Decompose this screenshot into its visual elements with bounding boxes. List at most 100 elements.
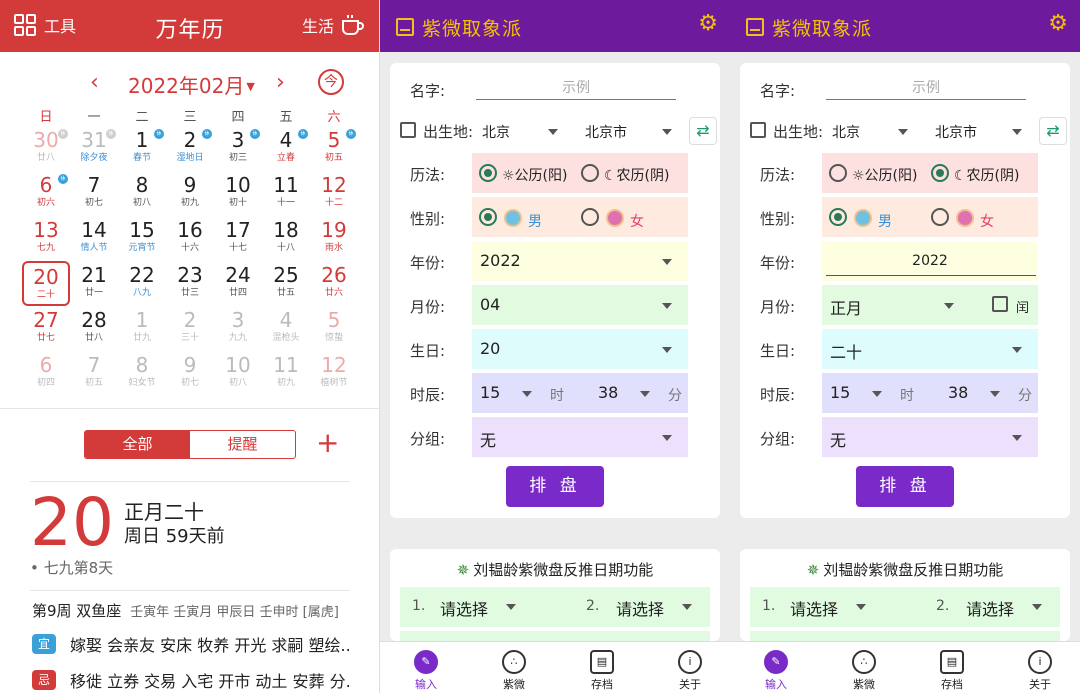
- calendar-day[interactable]: 12 植树节: [310, 351, 358, 396]
- calendar-day[interactable]: 27 廿七: [22, 306, 70, 351]
- submit-button[interactable]: 排 盘: [856, 466, 954, 507]
- nav-input[interactable]: ✎ 输入: [746, 650, 806, 692]
- province-dropdown-icon[interactable]: [548, 129, 558, 135]
- swap-icon[interactable]: ⇄: [1039, 117, 1067, 145]
- calendar-day[interactable]: 16 十六: [166, 216, 214, 261]
- city-select[interactable]: 北京市: [585, 122, 627, 142]
- calendar-day[interactable]: 3 初三休: [214, 126, 262, 171]
- hour-field[interactable]: 15 时 38 分: [822, 373, 1038, 413]
- calendar-day[interactable]: 10 初八: [214, 351, 262, 396]
- birthplace-checkbox[interactable]: [750, 122, 766, 138]
- minute-dropdown-icon[interactable]: [640, 391, 650, 397]
- calendar-day[interactable]: 6 初六休: [22, 171, 70, 216]
- life-button[interactable]: 生活: [302, 13, 366, 37]
- group-field[interactable]: 无: [472, 417, 688, 457]
- picker-select[interactable]: 请选择: [616, 596, 664, 620]
- submit-button[interactable]: 排 盘: [506, 466, 604, 507]
- name-input[interactable]: 示例: [826, 76, 1026, 100]
- today-button[interactable]: 今: [318, 69, 344, 95]
- calendar-day[interactable]: 31 除夕夜休: [70, 126, 118, 171]
- calendar-day[interactable]: 8 妇女节: [118, 351, 166, 396]
- calendar-day[interactable]: 12 十二: [310, 171, 358, 216]
- month-selector[interactable]: 2022年02月 ▼: [128, 70, 255, 99]
- nav-about[interactable]: i 关于: [660, 650, 720, 692]
- nav-ziwei[interactable]: ∴ 紫微: [484, 650, 544, 692]
- picker-dropdown-icon[interactable]: [506, 604, 516, 610]
- segment-all[interactable]: 全部: [85, 431, 190, 458]
- city-dropdown-icon[interactable]: [1012, 129, 1022, 135]
- calendar-day[interactable]: 11 十一: [262, 171, 310, 216]
- nav-archive[interactable]: ▤ 存档: [572, 650, 632, 692]
- year-field[interactable]: 2022: [472, 241, 688, 281]
- hour-field[interactable]: 15 时 38 分: [472, 373, 688, 413]
- nav-about[interactable]: i 关于: [1010, 650, 1070, 692]
- calendar-day[interactable]: 1 春节休: [118, 126, 166, 171]
- province-select[interactable]: 北京: [482, 122, 510, 142]
- month-field[interactable]: 正月 闰: [822, 285, 1038, 325]
- calendar-day[interactable]: 5 初五休: [310, 126, 358, 171]
- nav-archive[interactable]: ▤ 存档: [922, 650, 982, 692]
- hour-dropdown-icon[interactable]: [522, 391, 532, 397]
- male-radio[interactable]: [829, 208, 847, 226]
- calendar-day-selected[interactable]: 20 二十: [22, 261, 70, 306]
- group-field[interactable]: 无: [822, 417, 1038, 457]
- yi-row[interactable]: 宜 嫁娶 会亲友 安床 牧养 开光 求嗣 塑绘...: [32, 632, 352, 656]
- calendar-day[interactable]: 3 九九: [214, 306, 262, 351]
- female-radio[interactable]: [931, 208, 949, 226]
- calendar-day[interactable]: 2 湿地日休: [166, 126, 214, 171]
- calendar-day[interactable]: 9 初七: [166, 351, 214, 396]
- lunar-radio[interactable]: [581, 164, 599, 182]
- calendar-day[interactable]: 26 廿六: [310, 261, 358, 306]
- ji-row[interactable]: 忌 移徙 立券 交易 入宅 开市 动土 安葬 分...: [32, 668, 352, 692]
- leap-checkbox[interactable]: [992, 296, 1008, 312]
- picker-select[interactable]: 请选择: [966, 596, 1014, 620]
- calendar-day[interactable]: 1 廿九: [118, 306, 166, 351]
- province-select[interactable]: 北京: [832, 122, 860, 142]
- segment-remind[interactable]: 提醒: [190, 431, 295, 458]
- day-dropdown-icon[interactable]: [662, 347, 672, 353]
- nav-input[interactable]: ✎ 输入: [396, 650, 456, 692]
- calendar-day[interactable]: 9 初九: [166, 171, 214, 216]
- day-field[interactable]: 20: [472, 329, 688, 369]
- name-input[interactable]: 示例: [476, 76, 676, 100]
- lunar-radio[interactable]: [931, 164, 949, 182]
- province-dropdown-icon[interactable]: [898, 129, 908, 135]
- calendar-day[interactable]: 10 初十: [214, 171, 262, 216]
- calendar-day[interactable]: 5 惊蛰: [310, 306, 358, 351]
- gear-icon[interactable]: ⚙: [698, 11, 718, 36]
- calendar-day[interactable]: 8 初八: [118, 171, 166, 216]
- calendar-day[interactable]: 18 十八: [262, 216, 310, 261]
- calendar-day[interactable]: 4 混枪头: [262, 306, 310, 351]
- male-radio[interactable]: [479, 208, 497, 226]
- calendar-day[interactable]: 7 初七: [70, 171, 118, 216]
- nav-ziwei[interactable]: ∴ 紫微: [834, 650, 894, 692]
- next-month-chevron-icon[interactable]: ›: [276, 70, 285, 95]
- city-select[interactable]: 北京市: [935, 122, 977, 142]
- month-dropdown-icon[interactable]: [944, 303, 954, 309]
- group-dropdown-icon[interactable]: [662, 435, 672, 441]
- calendar-day[interactable]: 25 廿五: [262, 261, 310, 306]
- calendar-day[interactable]: 17 十七: [214, 216, 262, 261]
- picker-dropdown-icon[interactable]: [682, 604, 692, 610]
- solar-radio[interactable]: [829, 164, 847, 182]
- day-field[interactable]: 二十: [822, 329, 1038, 369]
- gear-icon[interactable]: ⚙: [1048, 11, 1068, 36]
- group-dropdown-icon[interactable]: [1012, 435, 1022, 441]
- calendar-day[interactable]: 19 雨水: [310, 216, 358, 261]
- calendar-day[interactable]: 23 廿三: [166, 261, 214, 306]
- calendar-day[interactable]: 21 廿一: [70, 261, 118, 306]
- picker-dropdown-icon[interactable]: [1032, 604, 1042, 610]
- calendar-day[interactable]: 2 三十: [166, 306, 214, 351]
- calendar-day[interactable]: 24 廿四: [214, 261, 262, 306]
- calendar-day[interactable]: 14 情人节: [70, 216, 118, 261]
- swap-icon[interactable]: ⇄: [689, 117, 717, 145]
- calendar-day[interactable]: 30 廿八休: [22, 126, 70, 171]
- city-dropdown-icon[interactable]: [662, 129, 672, 135]
- birthplace-checkbox[interactable]: [400, 122, 416, 138]
- hour-dropdown-icon[interactable]: [872, 391, 882, 397]
- month-dropdown-icon[interactable]: [662, 303, 672, 309]
- minute-dropdown-icon[interactable]: [990, 391, 1000, 397]
- year-field[interactable]: 2022: [822, 241, 1038, 281]
- calendar-day[interactable]: 13 七九: [22, 216, 70, 261]
- calendar-day[interactable]: 22 八九: [118, 261, 166, 306]
